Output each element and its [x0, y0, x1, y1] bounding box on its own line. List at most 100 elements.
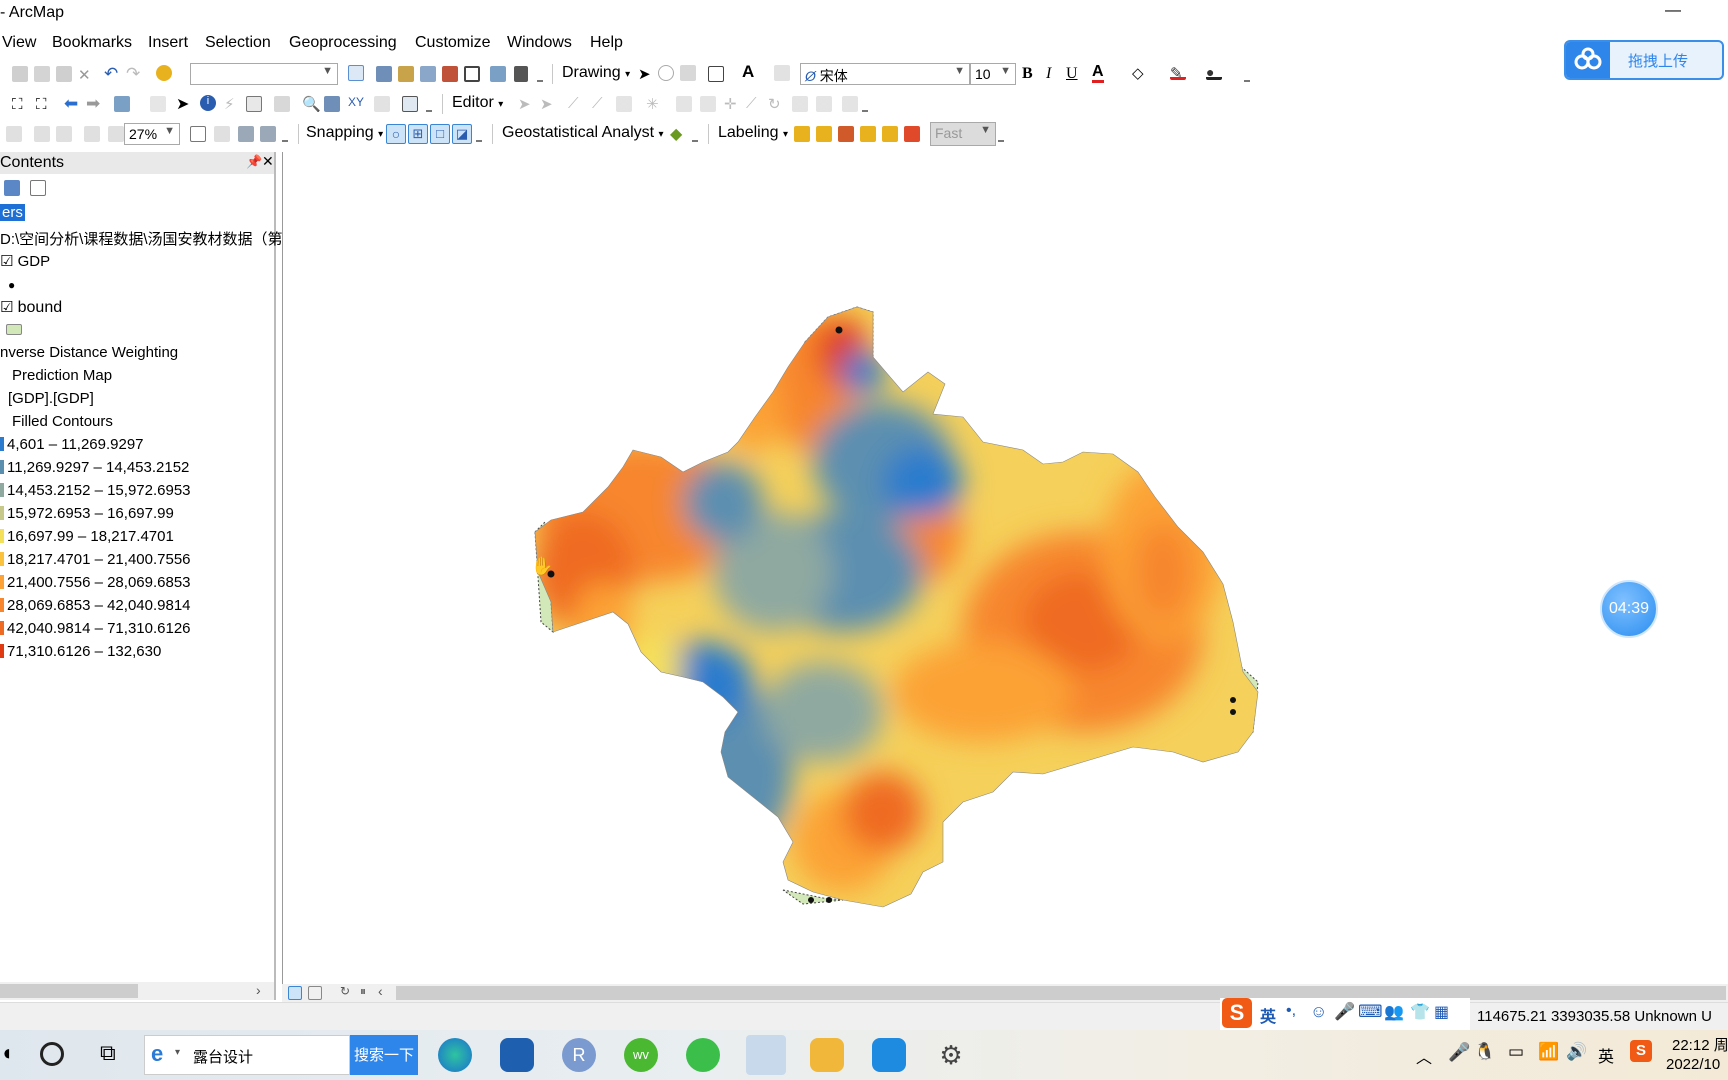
label-manager-icon[interactable] [794, 126, 810, 142]
drawing-menu[interactable]: Drawing ▾ [562, 64, 630, 82]
create-viewer-icon[interactable] [402, 96, 418, 112]
close-icon[interactable]: ✕ [262, 153, 274, 170]
toolbar-grip[interactable] [1244, 74, 1250, 82]
clock-time[interactable]: 22:12 周 [1672, 1034, 1728, 1055]
toolbar-grip[interactable] [426, 104, 432, 112]
back-extent-icon[interactable]: ⬅ [64, 94, 80, 113]
start-partial-icon[interactable]: ◖ [0, 1040, 13, 1066]
pin-icon[interactable]: 📌 [246, 154, 262, 170]
cortana-icon[interactable] [40, 1042, 64, 1066]
rectangle-icon[interactable] [708, 66, 724, 82]
search-button[interactable]: 搜索一下 [350, 1035, 418, 1075]
bold-button[interactable]: B [1022, 65, 1033, 83]
goto-xy-icon[interactable]: XY [348, 95, 364, 111]
time-slider-icon[interactable] [374, 96, 390, 112]
layer-bound-checkbox[interactable]: ☑ bound [0, 298, 62, 317]
search-window-icon[interactable] [420, 66, 436, 82]
menu-customize[interactable]: Customize [415, 34, 491, 52]
gdp-point-symbol[interactable]: ● [8, 278, 15, 292]
fixed-zoom-out-icon[interactable]: ⛶ [36, 96, 52, 113]
layout-view-button[interactable] [308, 986, 322, 1000]
edit-vertices-icon[interactable] [676, 96, 692, 112]
legend-class-row[interactable]: 4,601 – 11,269.9297 [0, 436, 144, 453]
new-text-icon[interactable]: A [742, 62, 758, 81]
identify-icon[interactable]: i [200, 95, 216, 111]
scroll-right-arrow-icon[interactable]: › [256, 982, 261, 998]
select-elements-icon[interactable]: ➤ [176, 94, 192, 113]
python-window-icon[interactable] [464, 66, 480, 82]
dropdown-icon[interactable]: ▾ [175, 1047, 180, 1058]
legend-class-row[interactable]: 21,400.7556 – 28,069.6853 [0, 574, 191, 591]
delete-icon[interactable]: ✕ [78, 66, 94, 84]
rotate-icon[interactable] [658, 65, 674, 81]
hyperlink-icon[interactable]: ⚡ [224, 95, 240, 113]
map-view[interactable]: ✋ [282, 152, 1728, 984]
emoji-icon[interactable]: ☺ [1310, 1002, 1327, 1022]
line-color-icon[interactable]: ✎ [1170, 64, 1186, 82]
html-popup-icon[interactable] [246, 96, 262, 112]
legend-class-row[interactable]: 11,269.9297 – 14,453.2152 [0, 459, 189, 476]
battery-icon[interactable]: ▭ [1508, 1042, 1524, 1062]
scroll-thumb[interactable] [0, 984, 138, 998]
forward-extent-icon[interactable]: ➡ [86, 94, 102, 113]
data-driven-pages-icon[interactable] [260, 126, 276, 142]
model-builder-icon[interactable] [490, 66, 506, 82]
redo-icon[interactable]: ↷ [126, 64, 142, 83]
toolbox-icon[interactable]: ▦ [1434, 1002, 1449, 1022]
edit-tool-icon[interactable]: ➤ [518, 95, 534, 113]
vertex-snapping-icon[interactable]: □ [430, 124, 450, 144]
keyboard-icon[interactable]: ⌨ [1358, 1002, 1383, 1022]
user-icon[interactable]: 👥 [1384, 1002, 1404, 1022]
edit-annotation-icon[interactable]: ➤ [540, 95, 556, 113]
search-box[interactable]: e ▾ 露台设计 [144, 1035, 350, 1075]
edge-icon[interactable] [438, 1038, 472, 1072]
reshape-icon[interactable] [700, 96, 716, 112]
wps-icon[interactable]: wv [624, 1038, 658, 1072]
menu-selection[interactable]: Selection [205, 34, 271, 52]
underline-button[interactable]: U [1066, 65, 1078, 83]
font-size-combo[interactable]: 10 ▼ [970, 63, 1016, 85]
recording-timer[interactable]: 04:39 [1600, 580, 1658, 638]
clock-date[interactable]: 2022/10 [1666, 1056, 1720, 1073]
legend-class-row[interactable]: 15,972.6953 – 16,697.99 [0, 505, 174, 522]
font-name-combo[interactable]: Ø 宋体 ▼ [800, 63, 970, 85]
microphone-icon[interactable]: 🎤 [1448, 1042, 1470, 1063]
toolbar-grip[interactable] [282, 134, 288, 142]
italic-button[interactable]: I [1046, 65, 1051, 83]
menu-insert[interactable]: Insert [148, 34, 188, 52]
arctoolbox-icon[interactable] [442, 66, 458, 82]
legend-class-row[interactable]: 71,310.6126 – 132,630 [0, 643, 161, 660]
paste-icon[interactable] [56, 66, 72, 82]
wifi-icon[interactable]: 📶 [1538, 1042, 1559, 1062]
label-priority-icon[interactable] [838, 126, 854, 142]
zoom-100-icon[interactable] [108, 126, 124, 142]
toolbar-grip[interactable] [476, 134, 482, 142]
scroll-thumb[interactable] [396, 986, 1726, 1000]
search-text[interactable]: 露台设计 [193, 1046, 253, 1067]
r-icon[interactable]: R [562, 1038, 596, 1072]
menu-windows[interactable]: Windows [507, 34, 572, 52]
data-view-button[interactable] [288, 986, 302, 1000]
scroll-left-arrow-icon[interactable]: ‹ [378, 983, 394, 999]
find-route-icon[interactable] [324, 96, 340, 112]
lock-labels-icon[interactable] [816, 126, 832, 142]
focus-data-frame-icon[interactable] [214, 126, 230, 142]
legend-class-row[interactable]: 28,069.6853 – 42,040.9814 [0, 597, 191, 614]
ime-language-toggle[interactable]: 英 [1260, 1003, 1276, 1027]
legend-class-row[interactable]: 14,453.2152 – 15,972.6953 [0, 482, 191, 499]
voice-icon[interactable]: 🎤 [1334, 1002, 1355, 1022]
task-view-icon[interactable]: ⧉ [100, 1040, 116, 1066]
layer-gdp-checkbox[interactable]: ☑ GDP [0, 252, 50, 270]
point-icon[interactable]: ✳ [646, 95, 662, 113]
labeling-menu[interactable]: Labeling ▾ [718, 124, 788, 142]
idw-prediction-map[interactable]: ✋ [283, 152, 1728, 984]
end-point-arc-icon[interactable]: ⟋ [592, 95, 608, 112]
straight-segment-icon[interactable]: ⟋ [568, 95, 584, 112]
arcmap-active-icon[interactable] [746, 1035, 786, 1075]
editor-toolbar-icon[interactable] [348, 65, 364, 81]
zoom-whole-page-icon[interactable] [84, 126, 100, 142]
edit-vertices-icon[interactable] [774, 65, 790, 81]
volume-icon[interactable]: 🔊 [1566, 1042, 1587, 1062]
editor-menu[interactable]: Editor ▾ [452, 94, 503, 112]
zoom-level-combo[interactable]: 27% ▼ [124, 123, 180, 145]
